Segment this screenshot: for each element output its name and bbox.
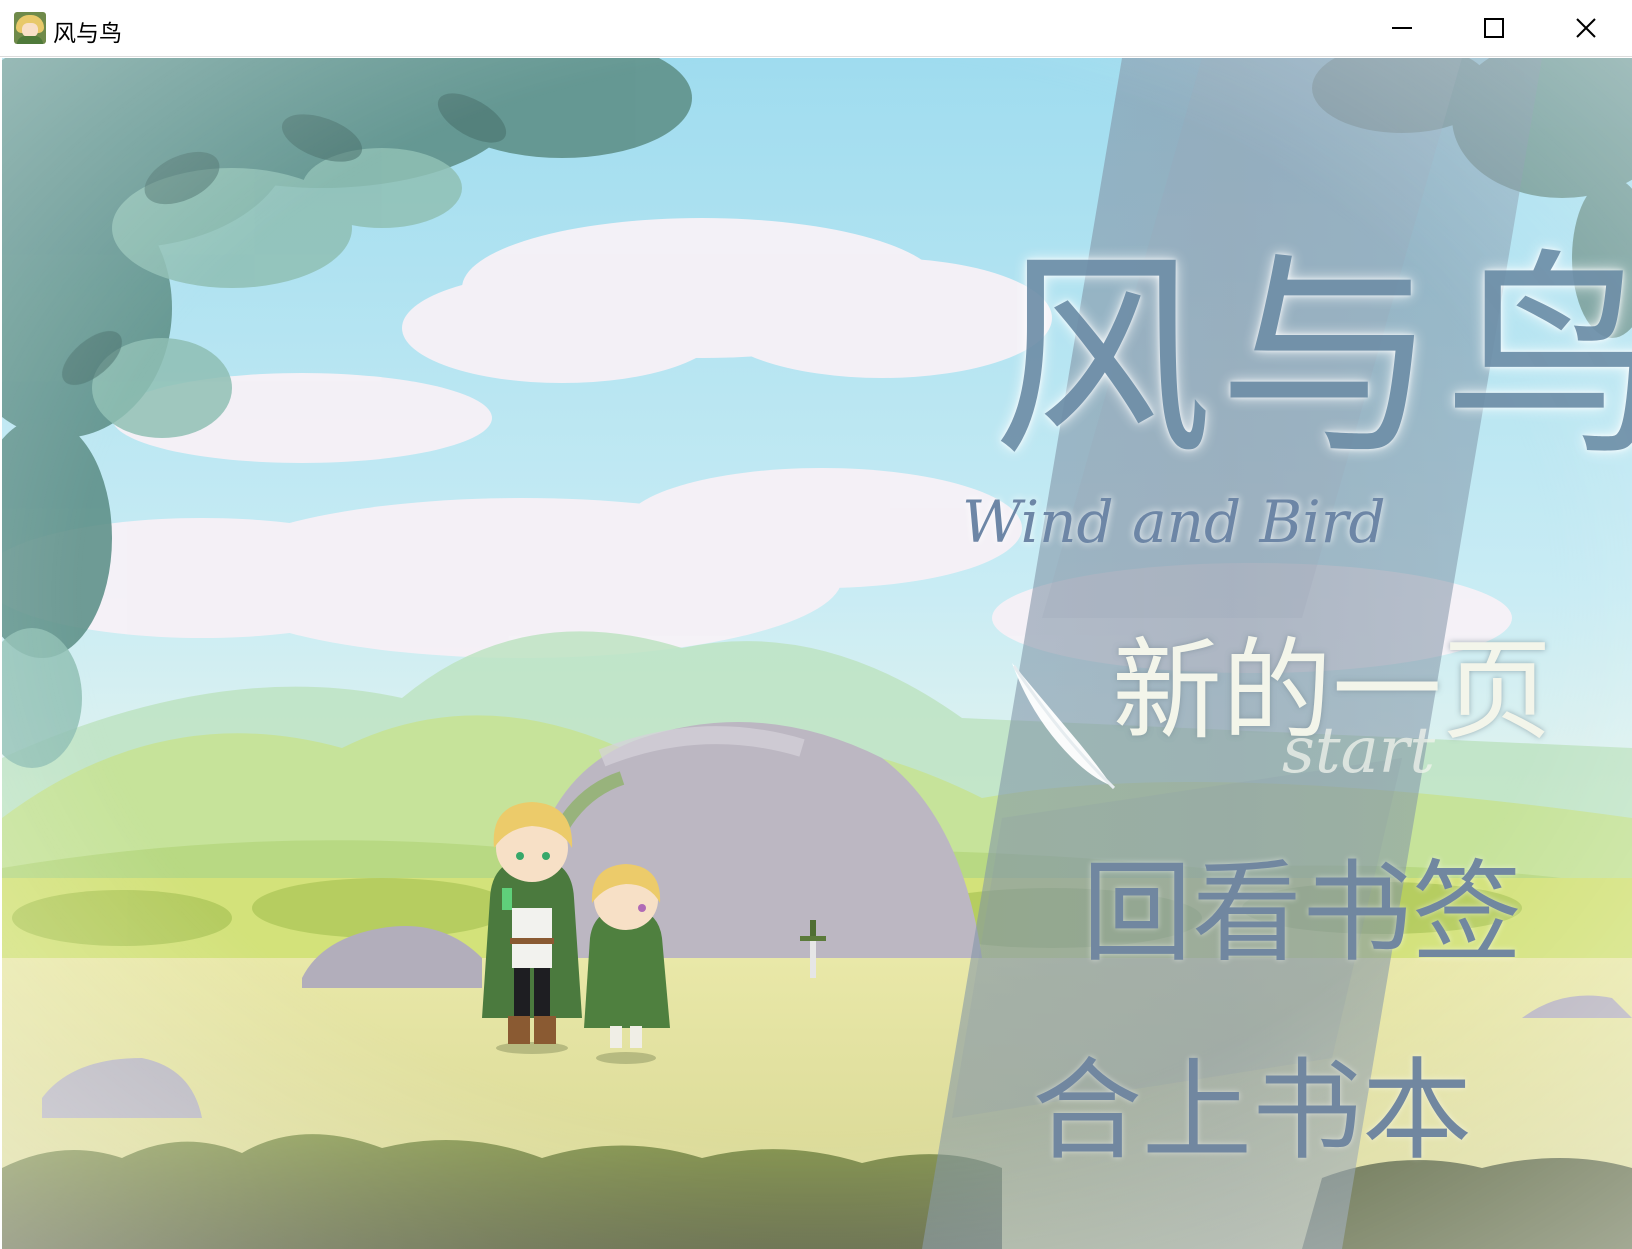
minimize-icon	[1392, 27, 1412, 29]
game-logo-english: Wind and Bird	[962, 488, 1386, 556]
menu-load-game-label: 回看书签	[1082, 849, 1522, 977]
maximize-icon	[1484, 18, 1504, 38]
minimize-button[interactable]	[1356, 0, 1448, 56]
menu-new-game[interactable]: 新的一页 start	[1112, 636, 1552, 788]
game-logo-chinese: 风与鸟	[992, 230, 1632, 486]
close-button[interactable]	[1540, 0, 1632, 56]
maximize-button[interactable]	[1448, 0, 1540, 56]
feather-icon	[1012, 663, 1116, 790]
menu-quit-game[interactable]: 合上书本	[1032, 1056, 1472, 1166]
menu-new-game-sub: start	[1282, 714, 1436, 788]
game-viewport[interactable]: 风与鸟 Wind and Bird 新的一页 start 回看书签 合上书本	[2, 58, 1632, 1249]
window-title: 风与鸟	[53, 21, 122, 47]
menu-quit-game-label: 合上书本	[1032, 1047, 1472, 1175]
close-icon	[1576, 18, 1596, 38]
window-titlebar[interactable]: 风与鸟	[0, 0, 1632, 57]
menu-load-game[interactable]: 回看书签	[1082, 858, 1522, 968]
app-icon	[14, 12, 46, 44]
